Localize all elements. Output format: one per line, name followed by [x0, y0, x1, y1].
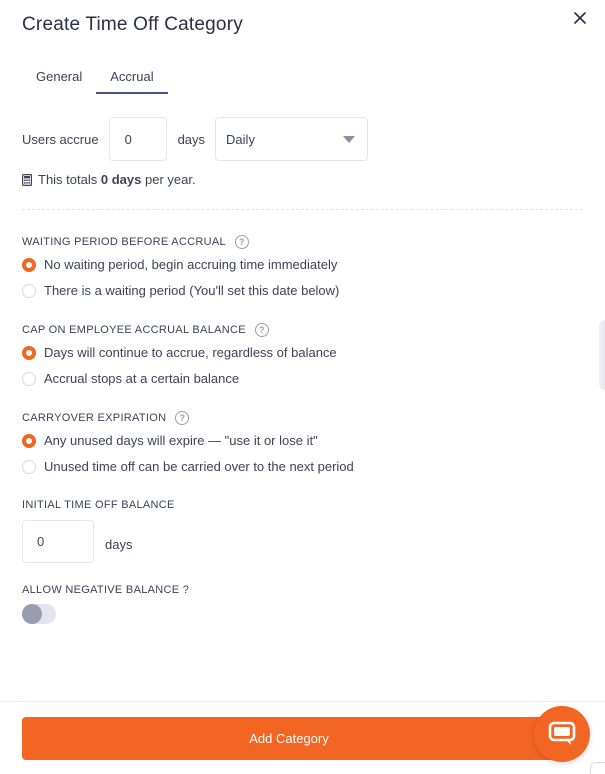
radio-label: Unused time off can be carried over to t…	[44, 459, 354, 474]
radio-label: Days will continue to accrue, regardless…	[44, 345, 337, 360]
tab-accrual[interactable]: Accrual	[96, 60, 168, 94]
tab-general[interactable]: General	[22, 60, 96, 94]
footer-divider	[0, 701, 605, 702]
accrual-amount-input[interactable]: 0	[108, 117, 167, 161]
tab-bar: General Accrual	[22, 60, 168, 94]
close-button[interactable]	[569, 7, 591, 29]
radio-label: Any unused days will expire — "use it or…	[44, 433, 318, 448]
frequency-selected-value: Daily	[226, 131, 255, 147]
radio-selected[interactable]	[22, 345, 36, 360]
totals-suffix: per year.	[144, 172, 196, 187]
radio-unselected[interactable]	[22, 283, 36, 298]
chat-icon	[548, 721, 576, 745]
radio-selected[interactable]	[22, 433, 36, 448]
initial-balance-unit: days	[105, 537, 133, 552]
carryover-label-text: CARRYOVER EXPIRATION	[22, 412, 167, 424]
initial-balance-input[interactable]: 0	[22, 520, 94, 563]
radio-label: No waiting period, begin accruing time i…	[44, 257, 338, 272]
create-category-modal: Create Time Off Category General Accrual…	[0, 0, 605, 774]
cap-option-continue[interactable]: Days will continue to accrue, regardless…	[22, 345, 337, 360]
negative-balance-label: ALLOW NEGATIVE BALANCE ?	[22, 584, 189, 596]
radio-label: There is a waiting period (You'll set th…	[44, 283, 340, 298]
totals-prefix: This totals	[38, 172, 98, 187]
add-category-button[interactable]: Add Category	[22, 717, 556, 760]
carryover-label: CARRYOVER EXPIRATION ?	[22, 411, 190, 425]
window-corner	[590, 762, 605, 774]
cap-label-text: CAP ON EMPLOYEE ACCRUAL BALANCE	[22, 324, 246, 336]
section-divider	[22, 209, 583, 210]
chat-launcher-button[interactable]	[534, 706, 590, 762]
calculator-icon	[22, 173, 32, 186]
cap-label: CAP ON EMPLOYEE ACCRUAL BALANCE ?	[22, 323, 269, 337]
carryover-option-expire[interactable]: Any unused days will expire — "use it or…	[22, 433, 318, 448]
carryover-option-carry[interactable]: Unused time off can be carried over to t…	[22, 459, 354, 474]
help-icon[interactable]: ?	[175, 411, 190, 425]
radio-unselected[interactable]	[22, 371, 36, 386]
waiting-period-label-text: WAITING PERIOD BEFORE ACCRUAL	[22, 236, 226, 248]
users-accrue-label: Users accrue	[22, 131, 99, 147]
cap-option-stops[interactable]: Accrual stops at a certain balance	[22, 371, 239, 386]
initial-balance-label-text: INITIAL TIME OFF BALANCE	[22, 499, 175, 511]
initial-balance-label: INITIAL TIME OFF BALANCE	[22, 499, 175, 511]
close-icon	[574, 12, 586, 24]
waiting-option-none[interactable]: No waiting period, begin accruing time i…	[22, 257, 337, 272]
radio-selected[interactable]	[22, 257, 36, 272]
negative-balance-label-text: ALLOW NEGATIVE BALANCE ?	[22, 584, 190, 596]
waiting-period-label: WAITING PERIOD BEFORE ACCRUAL ?	[22, 235, 249, 249]
toggle-knob	[22, 604, 42, 624]
waiting-option-has-period[interactable]: There is a waiting period (You'll set th…	[22, 283, 339, 298]
help-icon[interactable]: ?	[254, 323, 269, 337]
modal-title: Create Time Off Category	[22, 14, 243, 35]
help-icon[interactable]: ?	[234, 235, 249, 249]
accrual-rate-row: Users accrue 0 days Daily	[22, 117, 369, 161]
totals-value: 0 days	[100, 172, 142, 187]
radio-unselected[interactable]	[22, 459, 36, 474]
negative-balance-toggle[interactable]	[22, 604, 56, 624]
chevron-down-icon	[343, 135, 356, 143]
totals-summary: This totals 0 days per year.	[22, 172, 196, 187]
radio-label: Accrual stops at a certain balance	[44, 371, 240, 386]
days-label: days	[177, 131, 206, 147]
frequency-select[interactable]: Daily	[215, 117, 369, 161]
scroll-edge	[599, 320, 605, 390]
